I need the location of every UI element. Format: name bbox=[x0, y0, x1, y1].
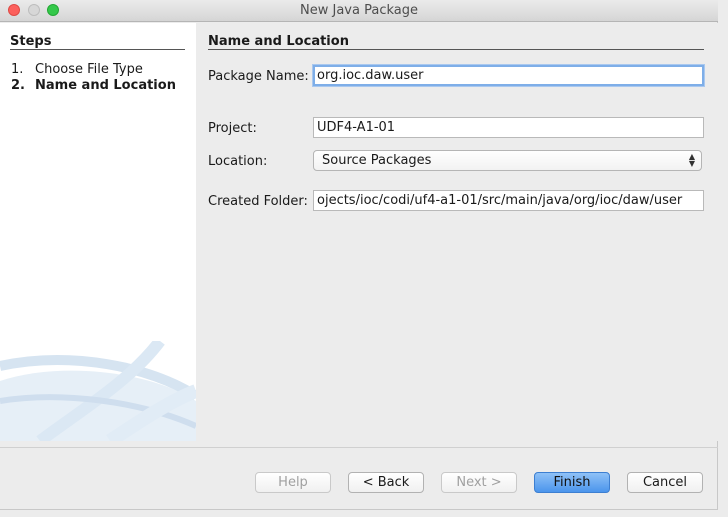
location-select[interactable]: Source Packages ▲ ▼ bbox=[313, 150, 702, 171]
steps-panel: Steps 1. Choose File Type 2. Name and Loca… bbox=[0, 23, 196, 441]
created-folder-value: ojects/ioc/codi/uf4-a1-01/src/main/java/… bbox=[317, 193, 683, 208]
form-divider bbox=[208, 49, 704, 50]
step-label: Name and Location bbox=[35, 78, 176, 93]
decorative-swoosh-graphic bbox=[0, 341, 196, 441]
steps-heading: Steps bbox=[10, 34, 52, 49]
step-label: Choose File Type bbox=[35, 62, 143, 77]
cancel-button[interactable]: Cancel bbox=[627, 472, 703, 493]
window-title: New Java Package bbox=[300, 3, 418, 18]
next-button[interactable]: Next > bbox=[441, 472, 517, 493]
created-folder-field: ojects/ioc/codi/uf4-a1-01/src/main/java/… bbox=[313, 190, 704, 211]
package-name-label: Package Name: bbox=[208, 69, 309, 84]
created-folder-label: Created Folder: bbox=[208, 194, 308, 209]
help-button[interactable]: Help bbox=[255, 472, 331, 493]
location-label: Location: bbox=[208, 154, 268, 169]
project-label: Project: bbox=[208, 121, 257, 136]
package-name-input[interactable]: org.ioc.daw.user bbox=[313, 65, 704, 86]
back-button[interactable]: < Back bbox=[348, 472, 424, 493]
title-bar[interactable]: New Java Package bbox=[0, 0, 718, 22]
steps-divider bbox=[10, 49, 185, 50]
select-arrows-icon: ▲ ▼ bbox=[688, 152, 695, 168]
step-choose-file-type: 1. Choose File Type bbox=[11, 62, 143, 77]
button-bar-divider bbox=[0, 447, 718, 448]
project-field: UDF4-A1-01 bbox=[313, 117, 704, 138]
step-name-and-location: 2. Name and Location bbox=[11, 78, 176, 93]
form-panel: Name and Location Package Name: org.ioc.… bbox=[196, 23, 718, 441]
step-number: 1. bbox=[11, 62, 24, 77]
dialog-window: New Java Package Steps 1. Choose File Typ… bbox=[0, 0, 718, 510]
form-heading: Name and Location bbox=[208, 34, 349, 49]
finish-button[interactable]: Finish bbox=[534, 472, 610, 493]
step-number: 2. bbox=[11, 78, 25, 93]
location-selected-value: Source Packages bbox=[322, 153, 432, 168]
